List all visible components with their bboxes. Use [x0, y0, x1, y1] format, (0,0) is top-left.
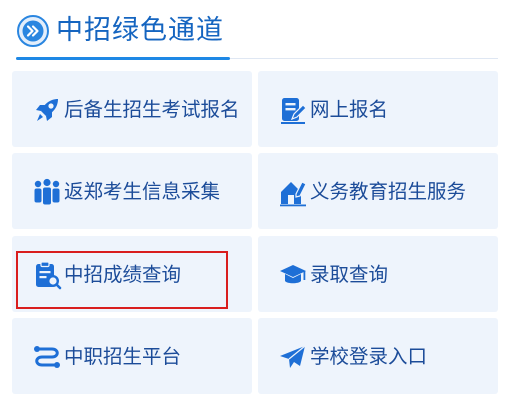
tile-label: 录取查询: [310, 263, 389, 286]
tile-exam-score-query[interactable]: 中招成绩查询: [12, 236, 252, 312]
tile-vocational-enrollment-platform[interactable]: 中职招生平台: [12, 318, 252, 394]
header-accent-bar: [16, 57, 230, 60]
circle-arrow-icon: [17, 15, 49, 47]
people-group-icon: [34, 178, 60, 205]
graduation-cap-icon: [280, 265, 306, 284]
tile-backup-student-registration[interactable]: 后备生招生考试报名: [12, 71, 252, 147]
tile-label: 返郑考生信息采集: [64, 180, 221, 203]
tile-compulsory-education-service[interactable]: 义务教育招生服务: [258, 153, 498, 229]
tile-label: 学校登录入口: [310, 345, 428, 368]
house-pen-icon: [280, 181, 307, 207]
tile-online-registration[interactable]: 网上报名: [258, 71, 498, 147]
tile-returning-student-info[interactable]: 返郑考生信息采集: [12, 153, 252, 229]
tile-label: 义务教育招生服务: [310, 180, 467, 203]
rocket-icon: [36, 99, 58, 121]
tile-admission-query[interactable]: 录取查询: [258, 236, 498, 312]
paper-plane-icon: [280, 345, 306, 368]
tile-school-login-portal[interactable]: 学校登录入口: [258, 318, 498, 394]
section-header: 中招绿色通道: [16, 8, 498, 60]
edit-document-icon: [281, 98, 307, 124]
route-icon: [34, 346, 60, 368]
tile-label: 中职招生平台: [64, 345, 182, 368]
tile-label: 后备生招生考试报名: [64, 98, 240, 121]
tile-label: 网上报名: [310, 98, 389, 121]
clipboard-search-icon: [36, 261, 62, 290]
section-title: 中招绿色通道: [56, 15, 224, 46]
tile-label: 中招成绩查询: [64, 263, 182, 286]
